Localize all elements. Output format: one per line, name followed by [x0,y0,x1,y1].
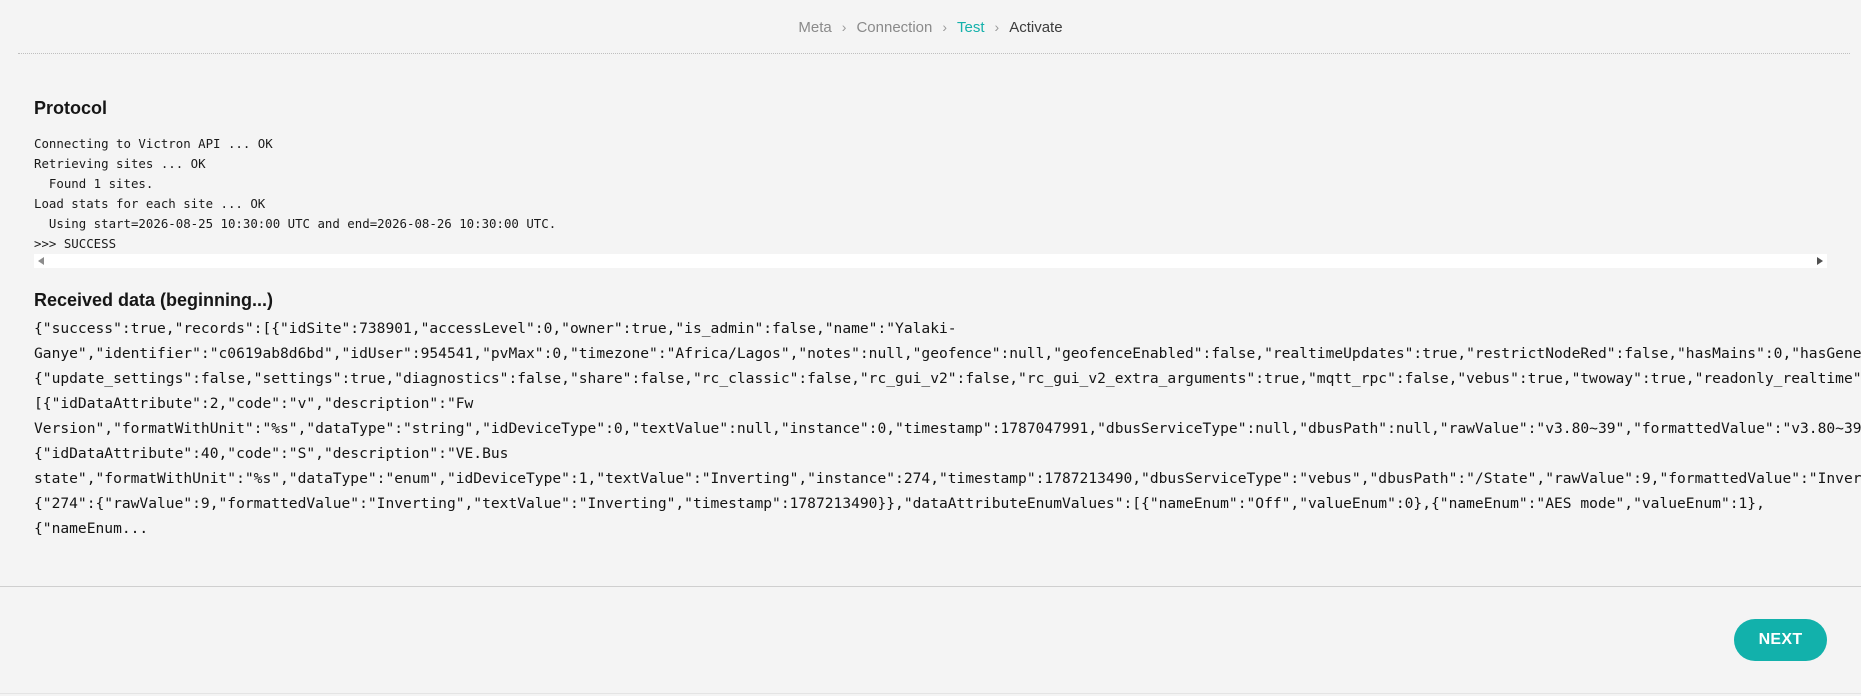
data-line: {"success":true,"records":[{"idSite":738… [34,320,957,337]
log-line: Retrieving sites ... OK [34,156,206,171]
received-data-title: Received data (beginning...) [34,290,274,310]
data-line: {"274":{"rawValue":9,"formattedValue":"I… [34,495,1765,512]
wizard-stepper: Meta › Connection › Test › Activate [0,16,1861,39]
data-line: {"idDataAttribute":40,"code":"S","descri… [34,445,509,462]
scroll-left-icon[interactable] [38,257,44,265]
data-line: [{"idDataAttribute":2,"code":"v","descri… [34,395,474,412]
log-line: Connecting to Victron API ... OK [34,136,273,151]
test-results: Protocol Connecting to Victron API ... O… [34,96,1861,541]
log-line: Load stats for each site ... OK [34,196,266,211]
data-line: Version","formatWithUnit":"%s","dataType… [34,420,1861,437]
footer-divider [0,586,1861,587]
step-meta[interactable]: Meta [798,17,831,39]
received-data: {"success":true,"records":[{"idSite":738… [34,316,1861,541]
test-connection-page: Meta › Connection › Test › Activate Protocol C… [0,0,1861,696]
data-line: {"update_settings":false,"settings":true… [34,370,1861,387]
chevron-right-icon: › [841,19,847,35]
footer-edge [0,693,1861,694]
log-line: Using start=2026-08-25 10:30:00 UTC and … [34,216,557,231]
data-line: Ganye","identifier":"c0619ab8d6bd","idUs… [34,345,1861,362]
scroll-right-icon[interactable] [1817,257,1823,265]
step-connection[interactable]: Connection [856,17,932,39]
data-line: {"nameEnum... [34,520,149,537]
chevron-right-icon: › [942,19,948,35]
protocol-log: Connecting to Victron API ... OK Retriev… [34,134,1827,268]
log-line: Found 1 sites. [34,176,154,191]
horizontal-scrollbar[interactable] [34,254,1827,268]
stepper-divider [18,53,1850,54]
step-test: Test [957,19,985,36]
protocol-title: Protocol [34,98,108,118]
chevron-right-icon: › [994,19,1000,35]
step-activate: Activate [1009,19,1063,36]
next-button[interactable]: NEXT [1734,619,1827,661]
log-line: >>> SUCCESS [34,236,117,251]
data-line: state","formatWithUnit":"%s","dataType":… [34,470,1861,487]
